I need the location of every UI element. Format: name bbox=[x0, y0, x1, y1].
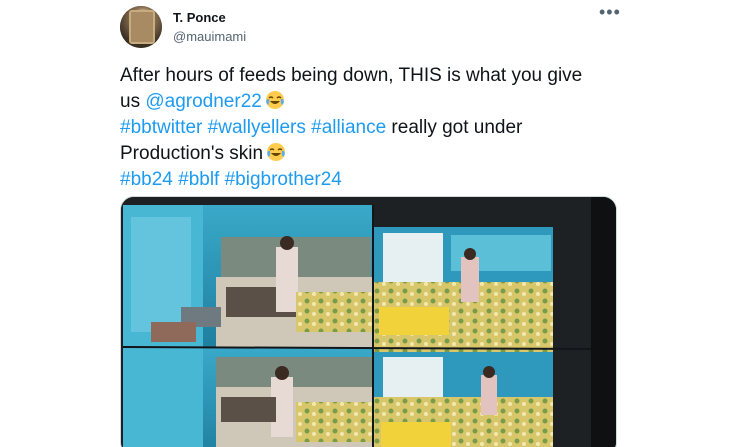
camera-feed-top-right bbox=[373, 227, 553, 352]
face-with-tears-of-joy-icon bbox=[265, 91, 284, 109]
camera-feed-top-left bbox=[123, 205, 373, 347]
tv-screen-photo bbox=[121, 197, 616, 447]
avatar[interactable] bbox=[120, 6, 162, 48]
tweet-text-fragment: really got under bbox=[386, 117, 523, 138]
hashtag-alliance[interactable]: #alliance bbox=[311, 117, 386, 138]
more-options-icon[interactable]: ••• bbox=[599, 3, 620, 23]
author-handle[interactable]: @mauimami bbox=[173, 29, 246, 44]
tweet-line-2: us @agrodner22 bbox=[120, 89, 630, 115]
face-with-tears-of-joy-icon bbox=[267, 143, 286, 161]
author-name[interactable]: T. Ponce bbox=[173, 10, 226, 25]
camera-feed-bottom-left bbox=[123, 347, 373, 447]
camera-feed-bottom-right bbox=[373, 352, 553, 447]
hashtag-wallyellers[interactable]: #wallyellers bbox=[208, 117, 306, 138]
hashtag-bb24[interactable]: #bb24 bbox=[120, 169, 173, 190]
tweet-media-photo[interactable] bbox=[120, 196, 617, 447]
tweet-line-1: After hours of feeds being down, THIS is… bbox=[120, 65, 583, 86]
hashtag-bigbrother24[interactable]: #bigbrother24 bbox=[225, 169, 342, 190]
tweet-text-fragment: Production's skin bbox=[120, 143, 264, 164]
avatar-frame bbox=[129, 10, 155, 44]
hashtag-bbtwitter[interactable]: #bbtwitter bbox=[120, 117, 202, 138]
tweet-line-5: #bb24 #bblf #bigbrother24 bbox=[120, 167, 630, 193]
tweet: T. Ponce @mauimami ••• After hours of fe… bbox=[0, 0, 750, 447]
tweet-line-3: #bbtwitter #wallyellers #alliance really… bbox=[120, 115, 630, 141]
tweet-text-fragment: us bbox=[120, 91, 146, 112]
tweet-line-4: Production's skin bbox=[120, 141, 630, 167]
mention-link[interactable]: @agrodner22 bbox=[145, 91, 261, 112]
hashtag-bblf[interactable]: #bblf bbox=[178, 169, 219, 190]
tweet-text: After hours of feeds being down, THIS is… bbox=[120, 63, 630, 193]
